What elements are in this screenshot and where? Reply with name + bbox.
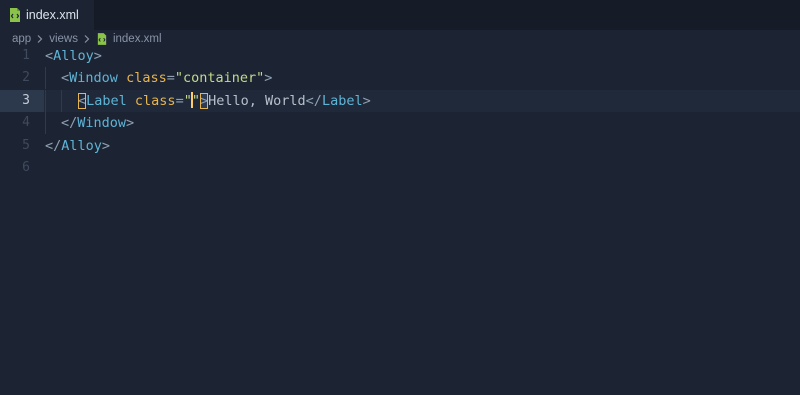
matching-bracket-close: > [199, 93, 209, 109]
code-editor: index.xml app views index.xml 1 <Alloy> … [0, 0, 800, 395]
tag-name: Alloy [61, 138, 102, 154]
indent-guide [45, 90, 46, 112]
tab-bar: index.xml [0, 0, 800, 30]
code-line[interactable]: 6 [0, 157, 800, 179]
tab-label: index.xml [26, 8, 79, 22]
breadcrumb-item-file[interactable]: index.xml [113, 33, 162, 45]
code-content: <Alloy> [45, 48, 102, 64]
matching-bracket-open: < [78, 93, 87, 109]
tab-index-xml[interactable]: index.xml [0, 0, 94, 30]
code-content: <Label class="">Hello, World</Label> [78, 92, 371, 109]
line-number: 5 [22, 138, 30, 153]
code-content: </Window> [61, 115, 135, 131]
indent-guide [45, 112, 46, 134]
code-line[interactable]: 2 <Window class="container"> [0, 67, 800, 89]
attribute-name: class [134, 93, 176, 109]
xml-file-icon [97, 33, 107, 45]
line-number: 2 [22, 70, 30, 85]
tag-name: Window [77, 115, 127, 131]
code-line-active[interactable]: 3 <Label class="">Hello, World</Label> [0, 90, 800, 112]
line-number: 6 [22, 160, 30, 175]
breadcrumb-item-views[interactable]: views [49, 33, 78, 45]
element-text: Hello, World [208, 93, 306, 109]
xml-file-icon [9, 8, 21, 22]
chevron-right-icon [35, 34, 45, 44]
attribute-value-close-quote: " [191, 93, 200, 109]
indent-guide [45, 67, 46, 89]
code-area[interactable]: 1 <Alloy> 2 <Window class="container"> 3… [0, 45, 800, 395]
tag-name: Label [86, 93, 127, 109]
attribute-name: class [126, 70, 167, 86]
attribute-value: "container" [174, 70, 265, 86]
chevron-right-icon [82, 34, 92, 44]
code-line[interactable]: 5 </Alloy> [0, 135, 800, 157]
line-number: 3 [22, 93, 30, 108]
code-line[interactable]: 1 <Alloy> [0, 45, 800, 67]
code-line[interactable]: 4 </Window> [0, 112, 800, 134]
breadcrumb-item-app[interactable]: app [12, 33, 31, 45]
code-content: <Window class="container"> [61, 70, 273, 86]
tag-name: Label [321, 93, 363, 109]
line-number: 4 [22, 115, 30, 130]
tag-name: Window [69, 70, 118, 86]
indent-guide [61, 90, 62, 112]
code-content: </Alloy> [45, 138, 111, 154]
line-number: 1 [22, 48, 30, 63]
tag-name: Alloy [53, 48, 94, 64]
